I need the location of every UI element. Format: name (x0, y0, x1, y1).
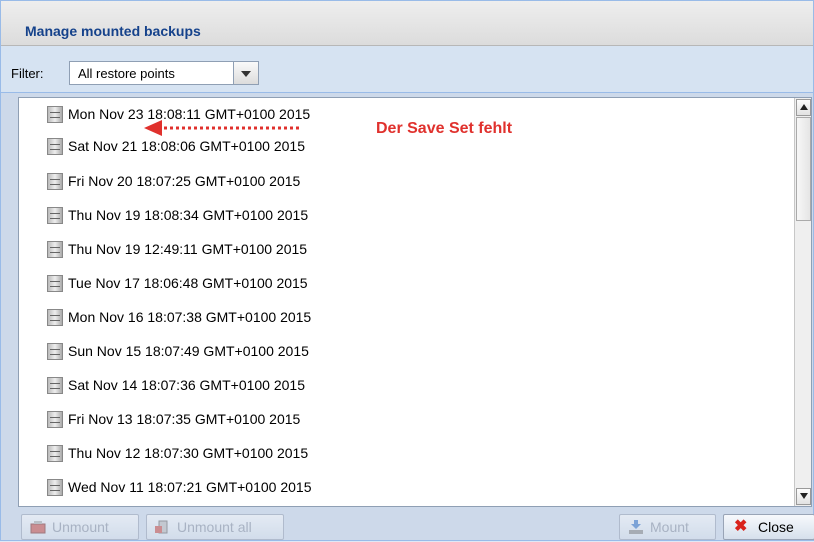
list-scrollbar[interactable] (794, 98, 811, 506)
scroll-up-button[interactable] (796, 99, 811, 116)
list-item[interactable]: Sat Nov 14 18:07:36 GMT+0100 2015 (19, 375, 795, 397)
list-item-label: Fri Nov 20 18:07:25 GMT+0100 2015 (68, 173, 301, 189)
server-icon (47, 173, 63, 190)
list-item[interactable]: Sat Nov 21 18:08:06 GMT+0100 2015 (19, 136, 795, 158)
arrow-up-icon (800, 104, 808, 110)
list-item[interactable]: Mon Nov 16 18:07:38 GMT+0100 2015 (19, 307, 795, 329)
list-item-label: Tue Nov 17 18:06:48 GMT+0100 2015 (68, 275, 308, 291)
list-item-label: Sat Nov 14 18:07:36 GMT+0100 2015 (68, 377, 305, 393)
unmount-button[interactable]: Unmount (21, 514, 139, 540)
list-item[interactable]: Fri Nov 13 18:07:35 GMT+0100 2015 (19, 409, 795, 431)
dialog-footer: Unmount Unmount all Mount ✖ Close (1, 509, 814, 542)
filter-select-value: All restore points (78, 66, 175, 81)
server-icon (47, 241, 63, 258)
list-item[interactable]: Thu Nov 19 18:08:34 GMT+0100 2015 (19, 205, 795, 227)
drive-eject-icon (30, 521, 46, 534)
server-icon (47, 106, 63, 123)
dialog-titlebar[interactable]: Manage mounted backups (1, 1, 813, 46)
list-item[interactable]: Thu Nov 12 18:07:30 GMT+0100 2015 (19, 443, 795, 465)
list-item-label: Sat Nov 21 18:08:06 GMT+0100 2015 (68, 138, 305, 154)
server-icon (47, 343, 63, 360)
filter-select[interactable]: All restore points (69, 61, 259, 85)
server-icon (47, 275, 63, 292)
chevron-down-icon (241, 71, 251, 77)
list-item-label: Thu Nov 12 18:07:30 GMT+0100 2015 (68, 445, 309, 461)
filter-dropdown-button[interactable] (233, 62, 258, 84)
list-item-label: Thu Nov 19 18:08:34 GMT+0100 2015 (68, 207, 309, 223)
list-item-label: Fri Nov 13 18:07:35 GMT+0100 2015 (68, 411, 301, 427)
list-item[interactable]: Tue Nov 17 18:06:48 GMT+0100 2015 (19, 273, 795, 295)
server-icon (47, 377, 63, 394)
annotation-arrow-icon (144, 120, 302, 136)
filter-toolbar: Filter: All restore points (1, 46, 813, 93)
server-icon (47, 445, 63, 462)
restore-points-list[interactable]: Mon Nov 23 18:08:11 GMT+0100 2015 Sat No… (18, 97, 812, 507)
server-icon (47, 138, 63, 155)
mount-button[interactable]: Mount (619, 514, 716, 540)
close-button[interactable]: ✖ Close (723, 514, 814, 540)
list-item[interactable]: Wed Nov 11 18:07:21 GMT+0100 2015 (19, 477, 795, 499)
list-item-label: Thu Nov 19 12:49:11 GMT+0100 2015 (68, 241, 308, 257)
list-item-label: Mon Nov 16 18:07:38 GMT+0100 2015 (68, 309, 312, 325)
scroll-down-button[interactable] (796, 488, 811, 505)
list-item-label: Wed Nov 11 18:07:21 GMT+0100 2015 (68, 479, 312, 495)
server-icon (47, 309, 63, 326)
list-item[interactable]: Sun Nov 15 18:07:49 GMT+0100 2015 (19, 341, 795, 363)
list-item[interactable]: Fri Nov 20 18:07:25 GMT+0100 2015 (19, 171, 795, 193)
server-eject-icon (155, 520, 168, 534)
unmount-button-label: Unmount (52, 519, 109, 535)
filter-label: Filter: (11, 66, 44, 81)
manage-mounted-backups-dialog: Manage mounted backups Filter: All resto… (0, 0, 814, 541)
list-item[interactable]: Thu Nov 19 12:49:11 GMT+0100 2015 (19, 239, 795, 261)
server-icon (47, 207, 63, 224)
mount-button-label: Mount (650, 519, 689, 535)
server-icon (47, 411, 63, 428)
annotation-text: Der Save Set fehlt (376, 120, 513, 137)
mount-download-icon (629, 520, 643, 534)
scroll-thumb[interactable] (796, 117, 811, 221)
unmount-all-button[interactable]: Unmount all (146, 514, 284, 540)
close-button-label: Close (758, 519, 794, 535)
unmount-all-button-label: Unmount all (177, 519, 252, 535)
list-item-label: Sun Nov 15 18:07:49 GMT+0100 2015 (68, 343, 309, 359)
close-x-icon: ✖ (734, 518, 748, 535)
server-icon (47, 479, 63, 496)
arrow-down-icon (800, 493, 808, 499)
dialog-title: Manage mounted backups (25, 23, 201, 39)
